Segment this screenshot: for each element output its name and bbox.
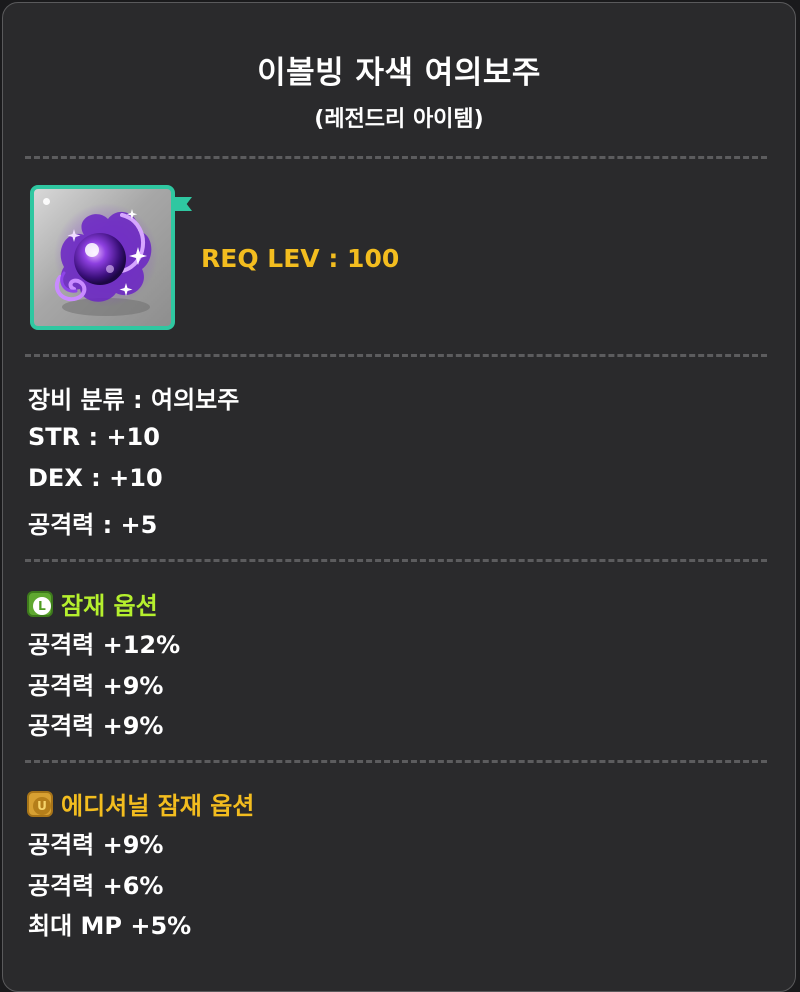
required-level: REQ LEV : 100 <box>201 244 400 273</box>
potential-header: L 잠재 옵션 <box>27 586 158 621</box>
unique-badge-icon: U <box>27 790 53 817</box>
additional-potential-line: 최대 MP +5% <box>28 912 192 940</box>
potential-line: 공격력 +9% <box>28 712 164 740</box>
item-name: 이볼빙 자색 여의보주 <box>257 55 541 91</box>
divider <box>25 559 767 562</box>
stat-category: 장비 분류 : 여의보주 <box>28 386 240 414</box>
additional-potential-title: 에디셔널 잠재 옵션 <box>61 792 255 820</box>
potential-line: 공격력 +12% <box>28 631 181 659</box>
item-icon-frame <box>30 185 175 330</box>
potential-line: 공격력 +9% <box>28 672 164 700</box>
additional-potential-header: U 에디셔널 잠재 옵션 <box>27 786 254 821</box>
flag-icon <box>173 197 192 211</box>
divider <box>25 354 767 357</box>
potential-title: 잠재 옵션 <box>61 592 158 620</box>
additional-potential-line: 공격력 +6% <box>28 872 164 900</box>
stat-dex: DEX : +10 <box>28 464 163 492</box>
legendary-badge-icon: L <box>27 590 53 617</box>
divider <box>25 156 767 159</box>
divider <box>25 760 767 763</box>
additional-potential-line: 공격력 +9% <box>28 831 164 859</box>
stat-str: STR : +10 <box>28 423 160 451</box>
item-tooltip: 이볼빙 자색 여의보주 (레전드리 아이템) REQ LEV: 100 장비 … <box>2 2 796 992</box>
stat-attack: 공격력 : +5 <box>28 511 158 539</box>
item-grade: (레전드리 아이템) <box>314 107 484 132</box>
purple-orb-icon <box>54 203 158 316</box>
